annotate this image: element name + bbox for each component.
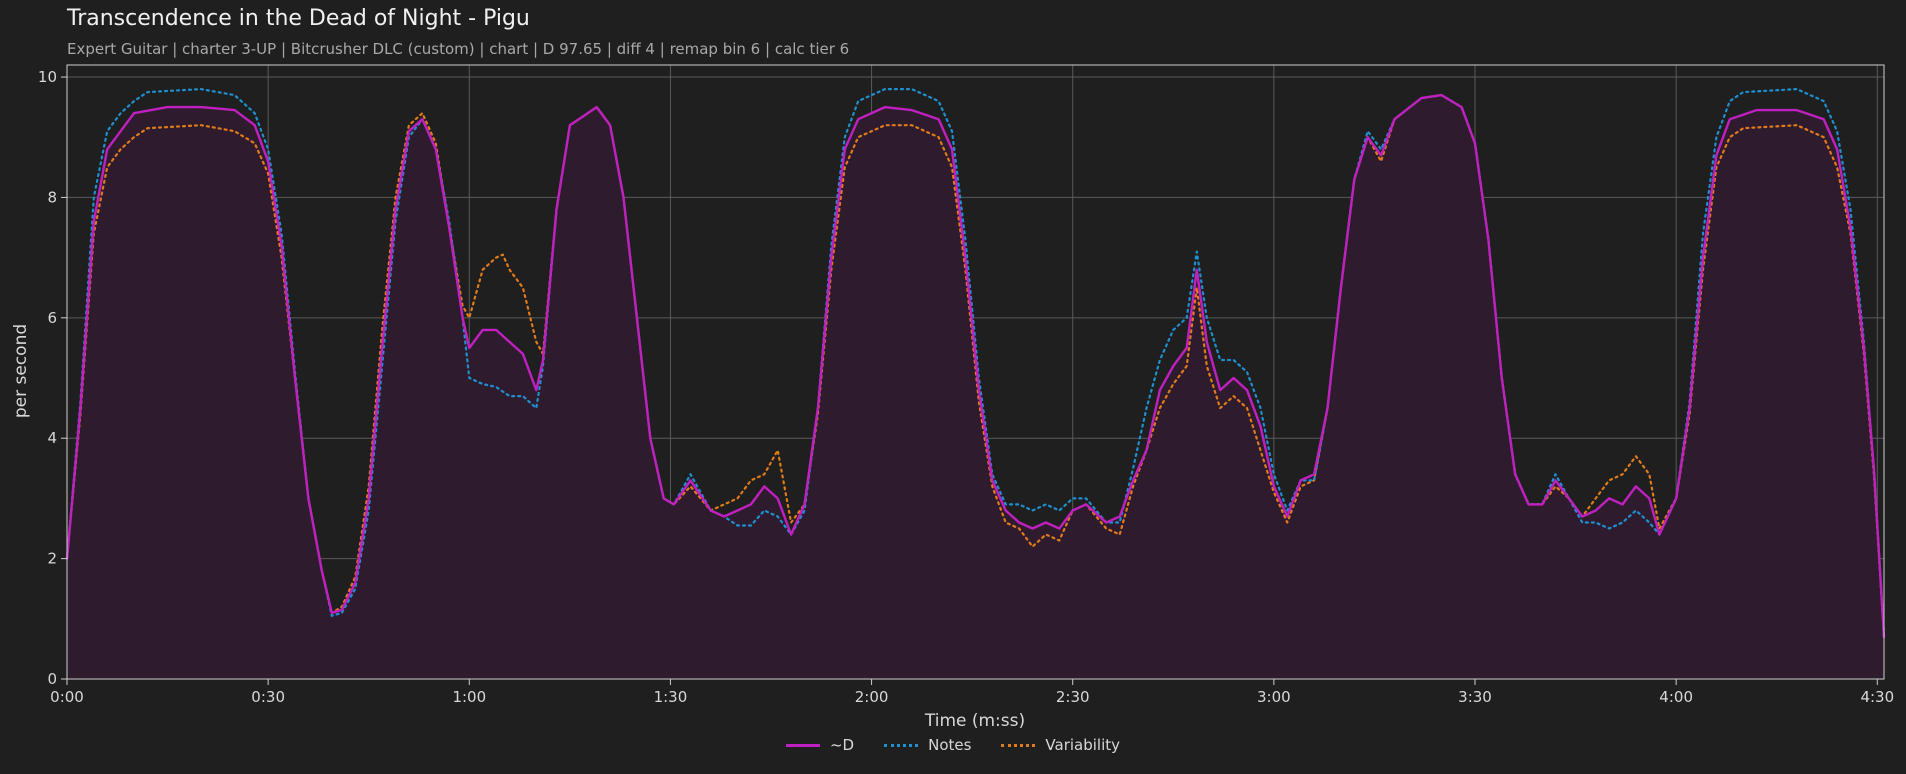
x-tick-label: 3:00 [1257, 688, 1291, 706]
y-tick-label: 8 [47, 188, 57, 206]
x-tick-label: 0:00 [50, 688, 84, 706]
x-tick-label: 3:30 [1458, 688, 1492, 706]
legend-item-d: ~D [785, 736, 855, 754]
x-tick-label: 4:30 [1860, 688, 1894, 706]
legend-swatch-variability [1001, 743, 1036, 747]
legend-item-notes: Notes [884, 736, 971, 754]
chart-svg: 0:00 0:30 1:00 1:30 2:00 2:30 3:00 3:30 4:00 4:30… [11, 64, 1894, 731]
area-fill [67, 95, 1884, 680]
legend-item-variability: Variability [1001, 736, 1120, 754]
d-area-fill [67, 95, 1884, 680]
y-tick-label: 4 [47, 429, 57, 447]
legend-label-variability: Variability [1045, 736, 1121, 754]
y-axis-label: per second [11, 324, 31, 418]
legend-label-d: ~D [829, 736, 855, 754]
y-tick-label: 2 [47, 550, 57, 568]
legend-swatch-d [785, 743, 820, 747]
y-tick-label: 10 [38, 68, 57, 86]
x-tick-label: 1:00 [452, 688, 486, 706]
x-tick-label: 0:30 [251, 688, 285, 706]
x-tick-label: 2:30 [1056, 688, 1090, 706]
legend-swatch-notes [884, 743, 919, 747]
legend-label-notes: Notes [928, 736, 972, 754]
x-tick-label: 4:00 [1659, 688, 1693, 706]
y-tick-label: 0 [47, 670, 57, 688]
legend: ~D Notes Variability [0, 736, 1906, 754]
x-tick-label: 2:00 [855, 688, 889, 706]
y-tick-label: 6 [47, 309, 57, 327]
x-axis-label: Time (m:ss) [924, 711, 1025, 731]
x-tick-label: 1:30 [654, 688, 688, 706]
